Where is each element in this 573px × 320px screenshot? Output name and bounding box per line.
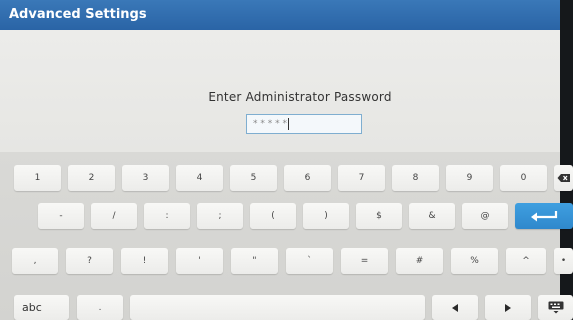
arrow-left-icon (452, 303, 458, 312)
key-6[interactable]: 6 (284, 165, 331, 191)
key-hash[interactable]: # (396, 248, 443, 274)
key-1[interactable]: 1 (14, 165, 61, 191)
arrow-right-icon (505, 303, 511, 312)
key-period[interactable]: . (77, 295, 123, 320)
key-minus[interactable]: - (38, 203, 84, 229)
key-close-paren[interactable]: ) (303, 203, 349, 229)
key-bullet[interactable]: • (554, 248, 573, 274)
password-prompt: Enter Administrator Password (208, 90, 392, 104)
key-3[interactable]: 3 (122, 165, 169, 191)
hide-keyboard-key[interactable] (538, 295, 573, 320)
key-comma[interactable]: , (12, 248, 58, 274)
key-caret[interactable]: ^ (506, 248, 546, 274)
key-slash[interactable]: / (91, 203, 137, 229)
key-at[interactable]: @ (462, 203, 508, 229)
password-mask: * * * * * (253, 119, 287, 129)
key-backtick[interactable]: ` (286, 248, 333, 274)
backspace-icon (557, 174, 570, 182)
key-2[interactable]: 2 (68, 165, 115, 191)
key-5[interactable]: 5 (230, 165, 277, 191)
key-dollar[interactable]: $ (356, 203, 402, 229)
text-caret (287, 117, 289, 130)
key-4[interactable]: 4 (176, 165, 223, 191)
key-0[interactable]: 0 (500, 165, 547, 191)
space-key[interactable] (130, 295, 425, 320)
keyboard-hide-icon (548, 301, 563, 314)
key-exclamation[interactable]: ! (121, 248, 168, 274)
key-ampersand[interactable]: & (409, 203, 455, 229)
key-semicolon[interactable]: ; (197, 203, 243, 229)
key-7[interactable]: 7 (338, 165, 385, 191)
key-8[interactable]: 8 (392, 165, 439, 191)
enter-key[interactable] (515, 203, 573, 229)
key-equals[interactable]: = (341, 248, 388, 274)
key-9[interactable]: 9 (446, 165, 493, 191)
cursor-right-key[interactable] (485, 295, 531, 320)
key-apostrophe[interactable]: ' (176, 248, 223, 274)
key-quote[interactable]: " (231, 248, 278, 274)
key-percent[interactable]: % (451, 248, 498, 274)
mode-switch-key[interactable]: abc (14, 295, 69, 320)
password-input[interactable]: * * * * * (246, 114, 362, 134)
window-title: Advanced Settings (0, 0, 560, 30)
enter-icon (531, 211, 558, 222)
screen: Advanced Settings Enter Administrator Pa… (0, 0, 573, 320)
key-question[interactable]: ? (66, 248, 113, 274)
cursor-left-key[interactable] (432, 295, 478, 320)
backspace-key[interactable] (554, 165, 573, 191)
key-colon[interactable]: : (144, 203, 190, 229)
key-open-paren[interactable]: ( (250, 203, 296, 229)
